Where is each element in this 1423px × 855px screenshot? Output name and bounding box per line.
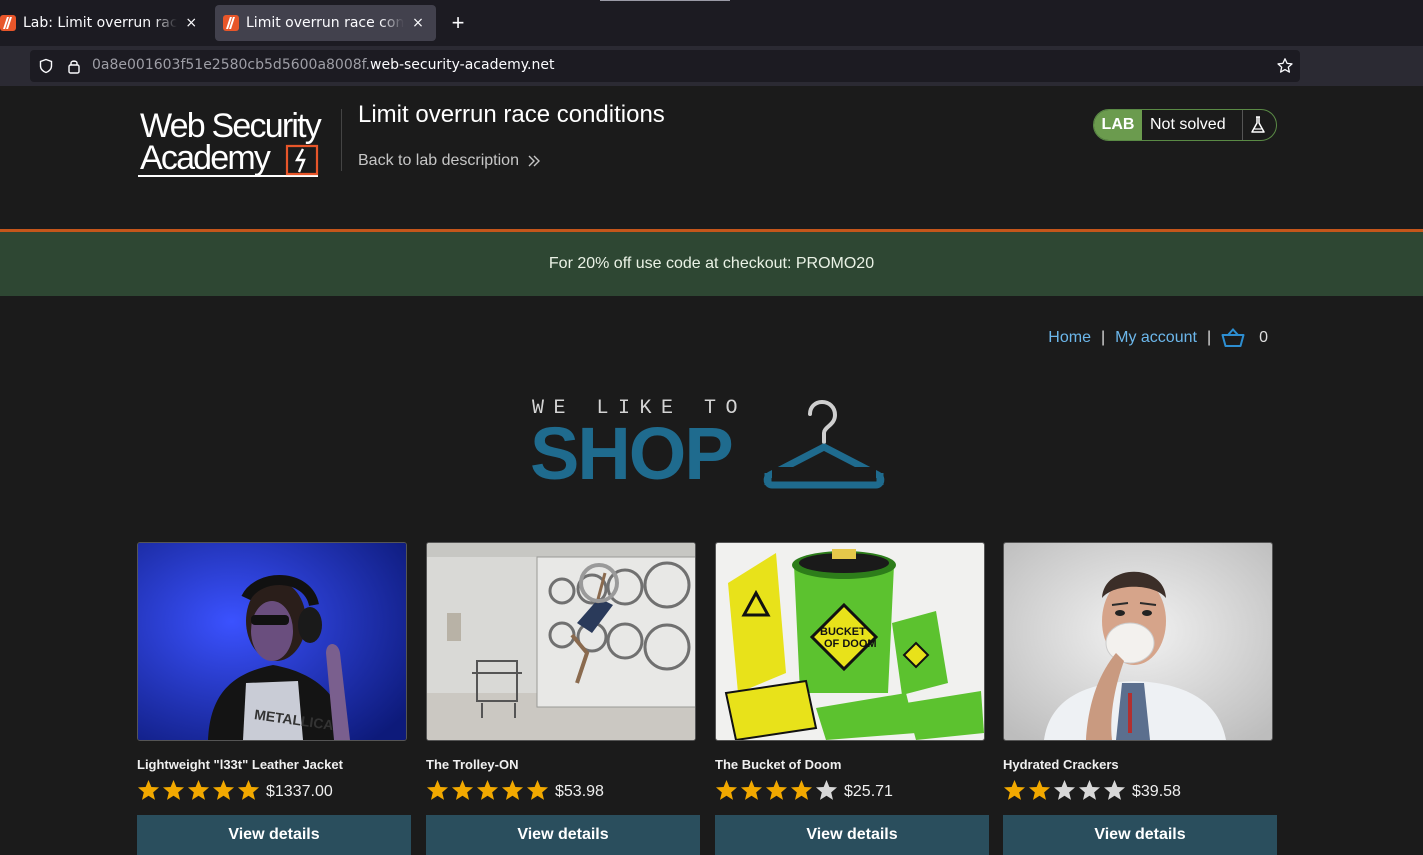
product-image[interactable] [1003, 542, 1273, 741]
star-filled-icon [765, 779, 788, 800]
we-like-to-shop-logo: WE LIKE TO SHOP [530, 395, 886, 491]
portswigger-favicon-icon [0, 15, 16, 31]
product-card: The Trolley-ON $53.98 View details [426, 542, 700, 855]
lab-title: Limit overrun race conditions [358, 101, 665, 128]
lightning-bolt-icon [285, 144, 319, 176]
shield-icon[interactable] [38, 58, 54, 74]
lab-header: Web Security Academy Limit overrun race … [0, 86, 1423, 229]
close-tab-icon[interactable]: × [410, 15, 426, 31]
star-filled-icon [451, 779, 474, 800]
shopping-basket-icon[interactable] [1221, 328, 1245, 348]
star-filled-icon [426, 779, 449, 800]
view-details-button[interactable]: View details [715, 815, 989, 855]
product-name: Hydrated Crackers [1003, 757, 1119, 772]
star-empty-icon [1053, 779, 1076, 800]
star-empty-icon [1078, 779, 1101, 800]
star-filled-icon [501, 779, 524, 800]
clothes-hanger-icon [763, 399, 885, 489]
lab-status-text: Not solved [1150, 116, 1226, 133]
star-filled-icon [790, 779, 813, 800]
product-price: $53.98 [555, 783, 604, 800]
view-details-button[interactable]: View details [426, 815, 700, 855]
back-to-lab-description-link[interactable]: Back to lab description [358, 152, 541, 170]
star-filled-icon [715, 779, 738, 800]
star-filled-icon [526, 779, 549, 800]
my-account-link[interactable]: My account [1115, 329, 1197, 347]
product-rating: $1337.00 [137, 778, 333, 801]
view-details-button[interactable]: View details [1003, 815, 1277, 855]
promo-text: For 20% off use code at checkout: PROMO2… [548, 255, 875, 272]
star-empty-icon [1103, 779, 1126, 800]
product-rating: $53.98 [426, 778, 604, 801]
product-image[interactable]: BUCKET OF DOOM [715, 542, 985, 741]
address-bar[interactable]: 0a8e001603f51e2580cb5d5600a8008f.web-sec… [30, 50, 1300, 82]
double-chevron-right-icon [528, 155, 540, 167]
product-card: BUCKET OF DOOM The Bucket of Doom $25.71… [715, 542, 989, 855]
browser-nav-bar: 0a8e001603f51e2580cb5d5600a8008f.web-sec… [0, 46, 1423, 86]
cart-count[interactable]: 0 [1259, 329, 1268, 347]
svg-text:BUCKET: BUCKET [820, 626, 866, 638]
star-filled-icon [1028, 779, 1051, 800]
portswigger-favicon-icon [223, 15, 239, 31]
browser-tab-2[interactable]: Limit overrun race conditions × [215, 5, 436, 41]
view-details-button[interactable]: View details [137, 815, 411, 855]
star-empty-icon [815, 779, 838, 800]
new-tab-button[interactable]: + [448, 10, 468, 36]
product-rating: $39.58 [1003, 778, 1181, 801]
browser-tab-bar: Lab: Limit overrun race conditions × Lim… [0, 0, 1423, 46]
promo-banner: For 20% off use code at checkout: PROMO2… [0, 232, 1423, 296]
svg-text:OF DOOM: OF DOOM [824, 638, 877, 650]
product-card: METALLICA Lightweight "l33t" Leather Jac… [137, 542, 411, 855]
loading-indicator [600, 0, 730, 1]
bookmark-star-icon[interactable] [1276, 57, 1294, 75]
star-filled-icon [212, 779, 235, 800]
product-name: The Trolley-ON [426, 757, 519, 772]
product-price: $39.58 [1132, 783, 1181, 800]
product-name: The Bucket of Doom [715, 757, 842, 772]
product-image[interactable] [426, 542, 696, 741]
lab-status-widget: LAB Not solved [1093, 109, 1277, 141]
product-name: Lightweight "l33t" Leather Jacket [137, 757, 343, 772]
tab-title: Lab: Limit overrun race conditions [23, 15, 178, 31]
product-price: $1337.00 [266, 783, 333, 800]
close-tab-icon[interactable]: × [183, 15, 199, 31]
star-filled-icon [137, 779, 160, 800]
product-rating: $25.71 [715, 778, 893, 801]
star-filled-icon [476, 779, 499, 800]
star-filled-icon [162, 779, 185, 800]
url-text[interactable]: 0a8e001603f51e2580cb5d5600a8008f.web-sec… [92, 57, 554, 73]
star-filled-icon [187, 779, 210, 800]
star-filled-icon [1003, 779, 1026, 800]
shop-nav: Home | My account | 0 [1048, 328, 1268, 348]
star-filled-icon [237, 779, 260, 800]
product-price: $25.71 [844, 783, 893, 800]
flask-icon [1243, 110, 1273, 140]
star-filled-icon [740, 779, 763, 800]
web-security-academy-logo[interactable]: Web Security Academy [138, 108, 338, 180]
browser-tab-1[interactable]: Lab: Limit overrun race conditions × [0, 5, 207, 41]
product-image[interactable]: METALLICA [137, 542, 407, 741]
home-link[interactable]: Home [1048, 329, 1091, 347]
lock-icon[interactable] [66, 58, 82, 74]
lab-badge: LAB [1094, 110, 1142, 140]
product-card: Hydrated Crackers $39.58 View details [1003, 542, 1277, 855]
tab-title: Limit overrun race conditions [246, 15, 404, 31]
